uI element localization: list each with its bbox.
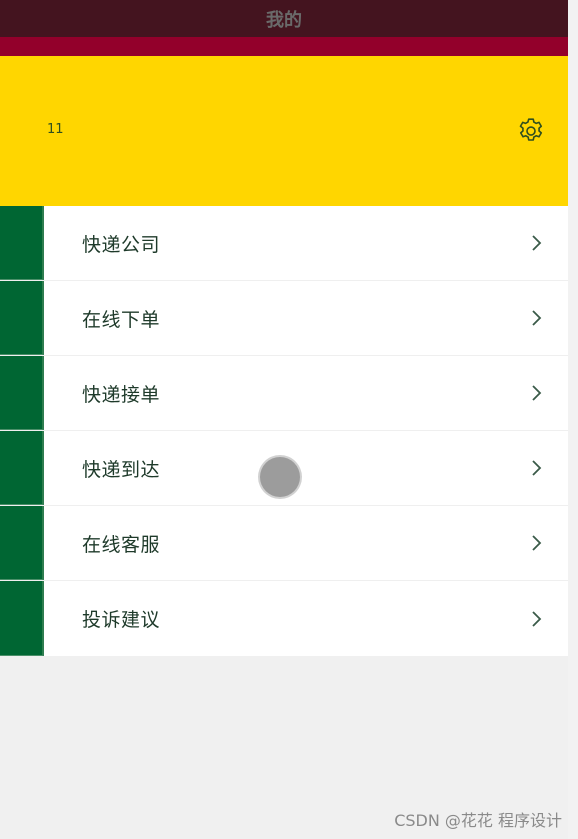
row-body: 在线客服	[44, 506, 568, 580]
row-marker	[0, 581, 44, 656]
settings-button[interactable]	[514, 114, 548, 148]
row-body: 快递到达	[44, 431, 568, 505]
menu-item-label: 快递公司	[82, 233, 161, 256]
menu-item-customer-service[interactable]: 在线客服	[0, 506, 568, 581]
title-accent-strip	[0, 37, 568, 56]
menu-item-label: 在线客服	[82, 533, 161, 556]
watermark-text: CSDN @花花 程序设计	[394, 811, 562, 830]
touch-indicator	[260, 457, 300, 497]
menu-item-label: 投诉建议	[82, 609, 161, 631]
menu-item-label: 快递接单	[82, 383, 161, 406]
row-body: 快递公司	[44, 206, 568, 280]
gear-icon	[519, 118, 543, 141]
row-body: 在线下单	[44, 281, 568, 355]
menu-item-express-company[interactable]: 快递公司	[0, 206, 568, 281]
menu-item-complaints[interactable]: 投诉建议	[0, 581, 568, 656]
menu-item-online-order[interactable]: 在线下单	[0, 281, 568, 356]
menu-item-accept-order[interactable]: 快递接单	[0, 356, 568, 431]
row-body: 投诉建议	[44, 581, 568, 656]
title-bar: 我的	[0, 0, 568, 37]
menu-list: 快递公司 在线下单 快递接单 快递到达 在线客服 投诉建议	[0, 206, 568, 656]
menu-item-label: 快递到达	[82, 458, 161, 481]
profile-header: 11	[0, 56, 568, 206]
chevron-right-icon	[530, 308, 544, 328]
chevron-right-icon	[530, 533, 544, 553]
app-screen: 我的 11 快递公司 在线下单 快递接单 快递到达 在线客服 投诉建议 CSDN…	[0, 0, 578, 839]
chevron-right-icon	[530, 383, 544, 403]
row-marker	[0, 356, 44, 430]
row-body: 快递接单	[44, 356, 568, 430]
row-marker	[0, 206, 44, 280]
user-id-label: 11	[47, 122, 64, 137]
row-marker	[0, 431, 44, 505]
chevron-right-icon	[530, 233, 544, 253]
scroll-rail	[568, 0, 578, 839]
chevron-right-icon	[530, 458, 544, 478]
page-title: 我的	[266, 9, 302, 31]
row-marker	[0, 506, 44, 580]
row-marker	[0, 281, 44, 355]
chevron-right-icon	[530, 609, 544, 629]
menu-item-label: 在线下单	[82, 308, 161, 331]
